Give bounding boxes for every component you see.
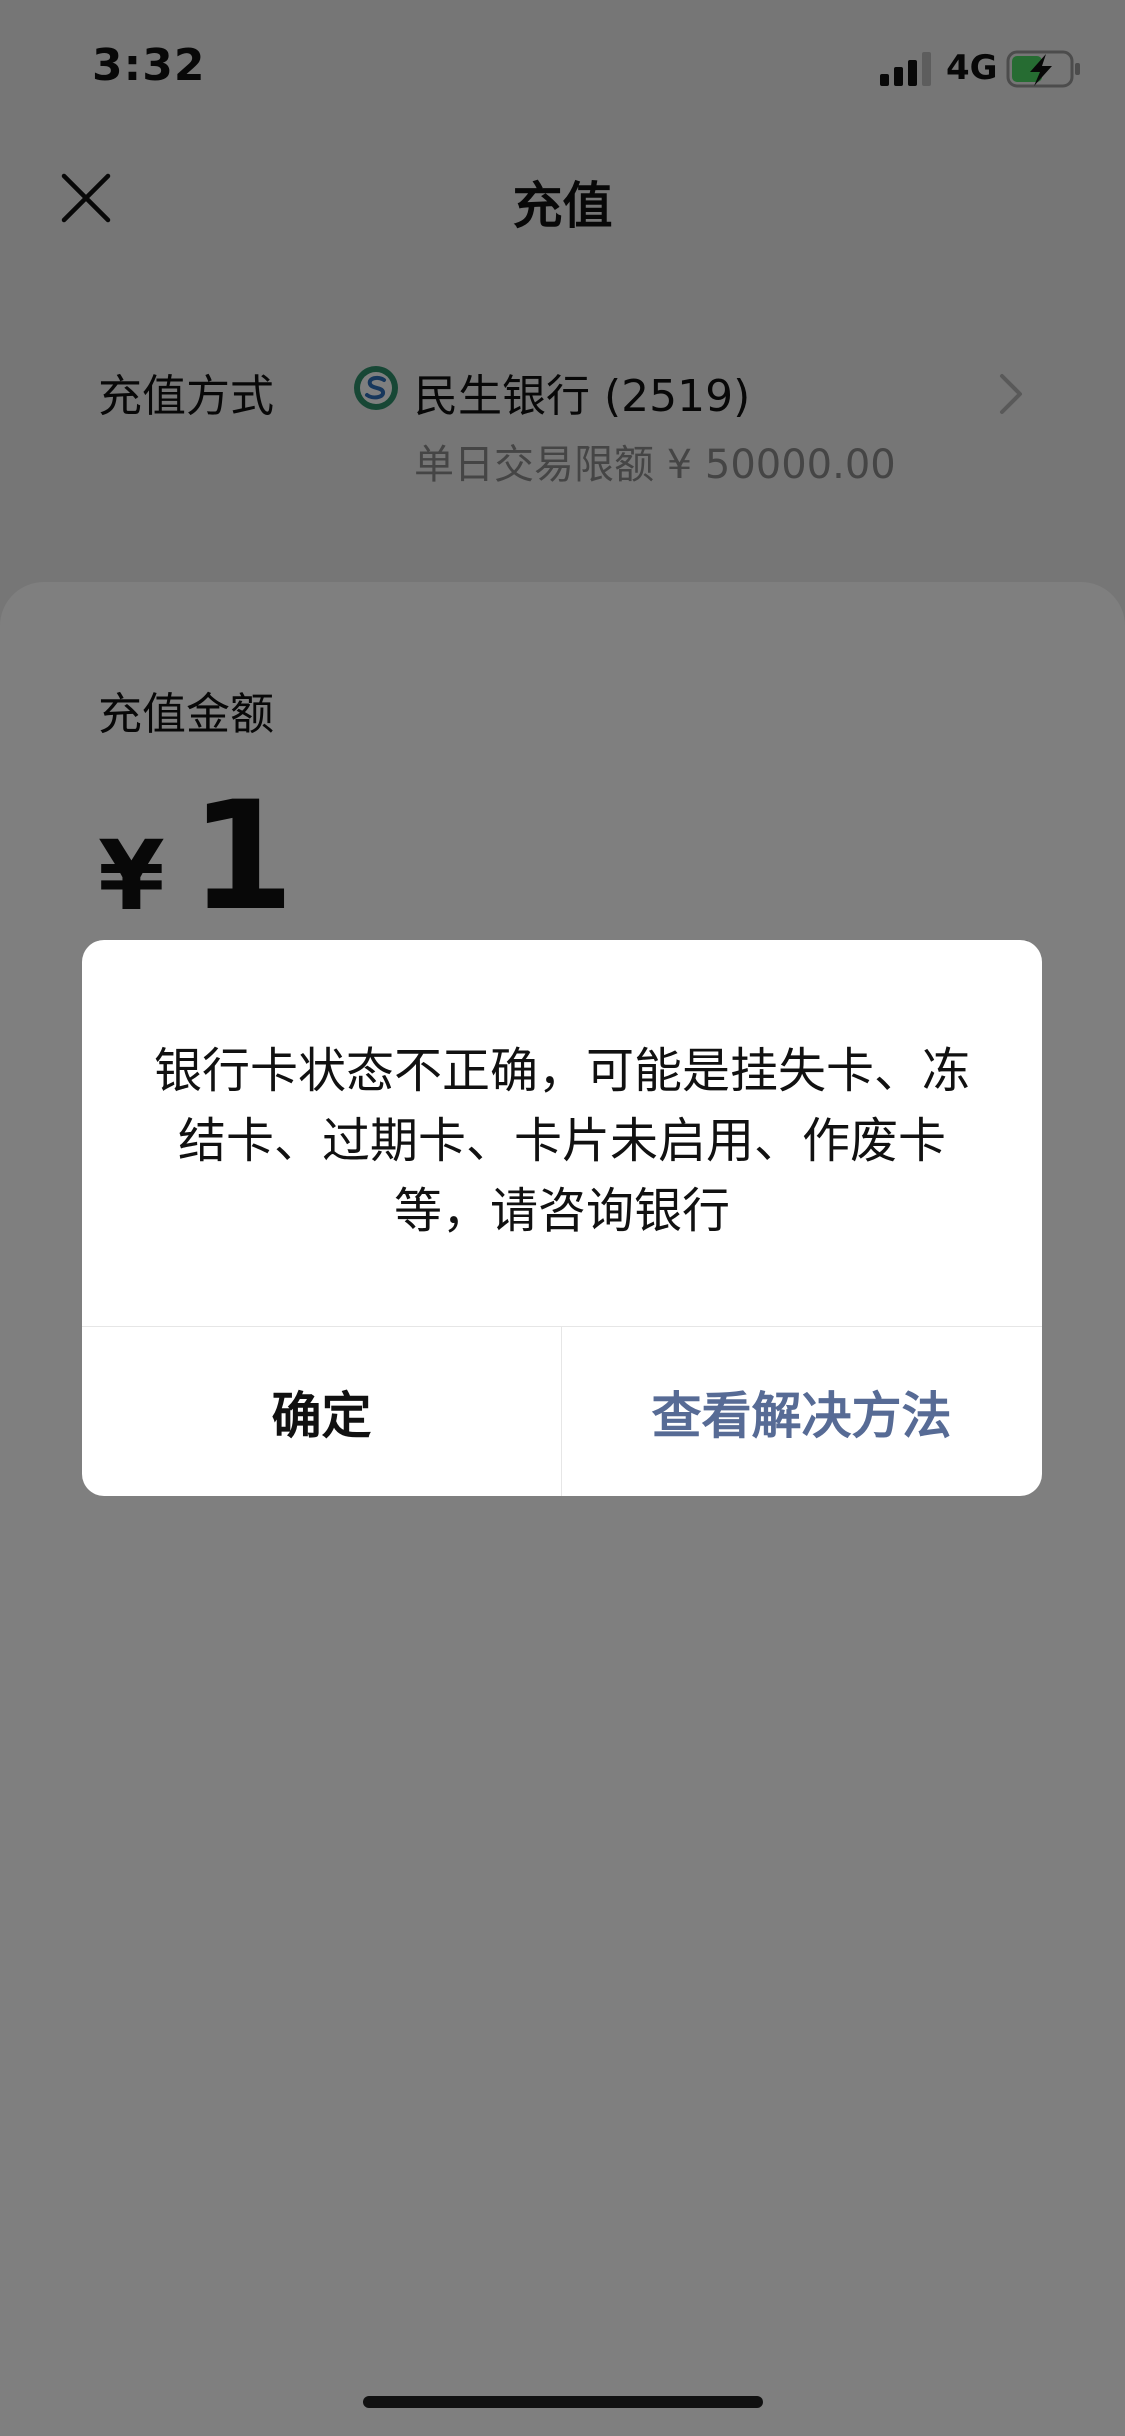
error-dialog: 银行卡状态不正确，可能是挂失卡、冻结卡、过期卡、卡片未启用、作废卡等，请咨询银行… [82, 940, 1042, 1496]
view-solution-button[interactable]: 查看解决方法 [562, 1327, 1041, 1496]
screen: 3:32 4G 充值 充值方式 民生银行 (2519) 单日交易限额 ¥ 500… [0, 0, 1125, 2436]
confirm-button[interactable]: 确定 [82, 1327, 561, 1496]
home-indicator[interactable] [363, 2396, 763, 2408]
dialog-message: 银行卡状态不正确，可能是挂失卡、冻结卡、过期卡、卡片未启用、作废卡等，请咨询银行 [153, 1043, 970, 1239]
